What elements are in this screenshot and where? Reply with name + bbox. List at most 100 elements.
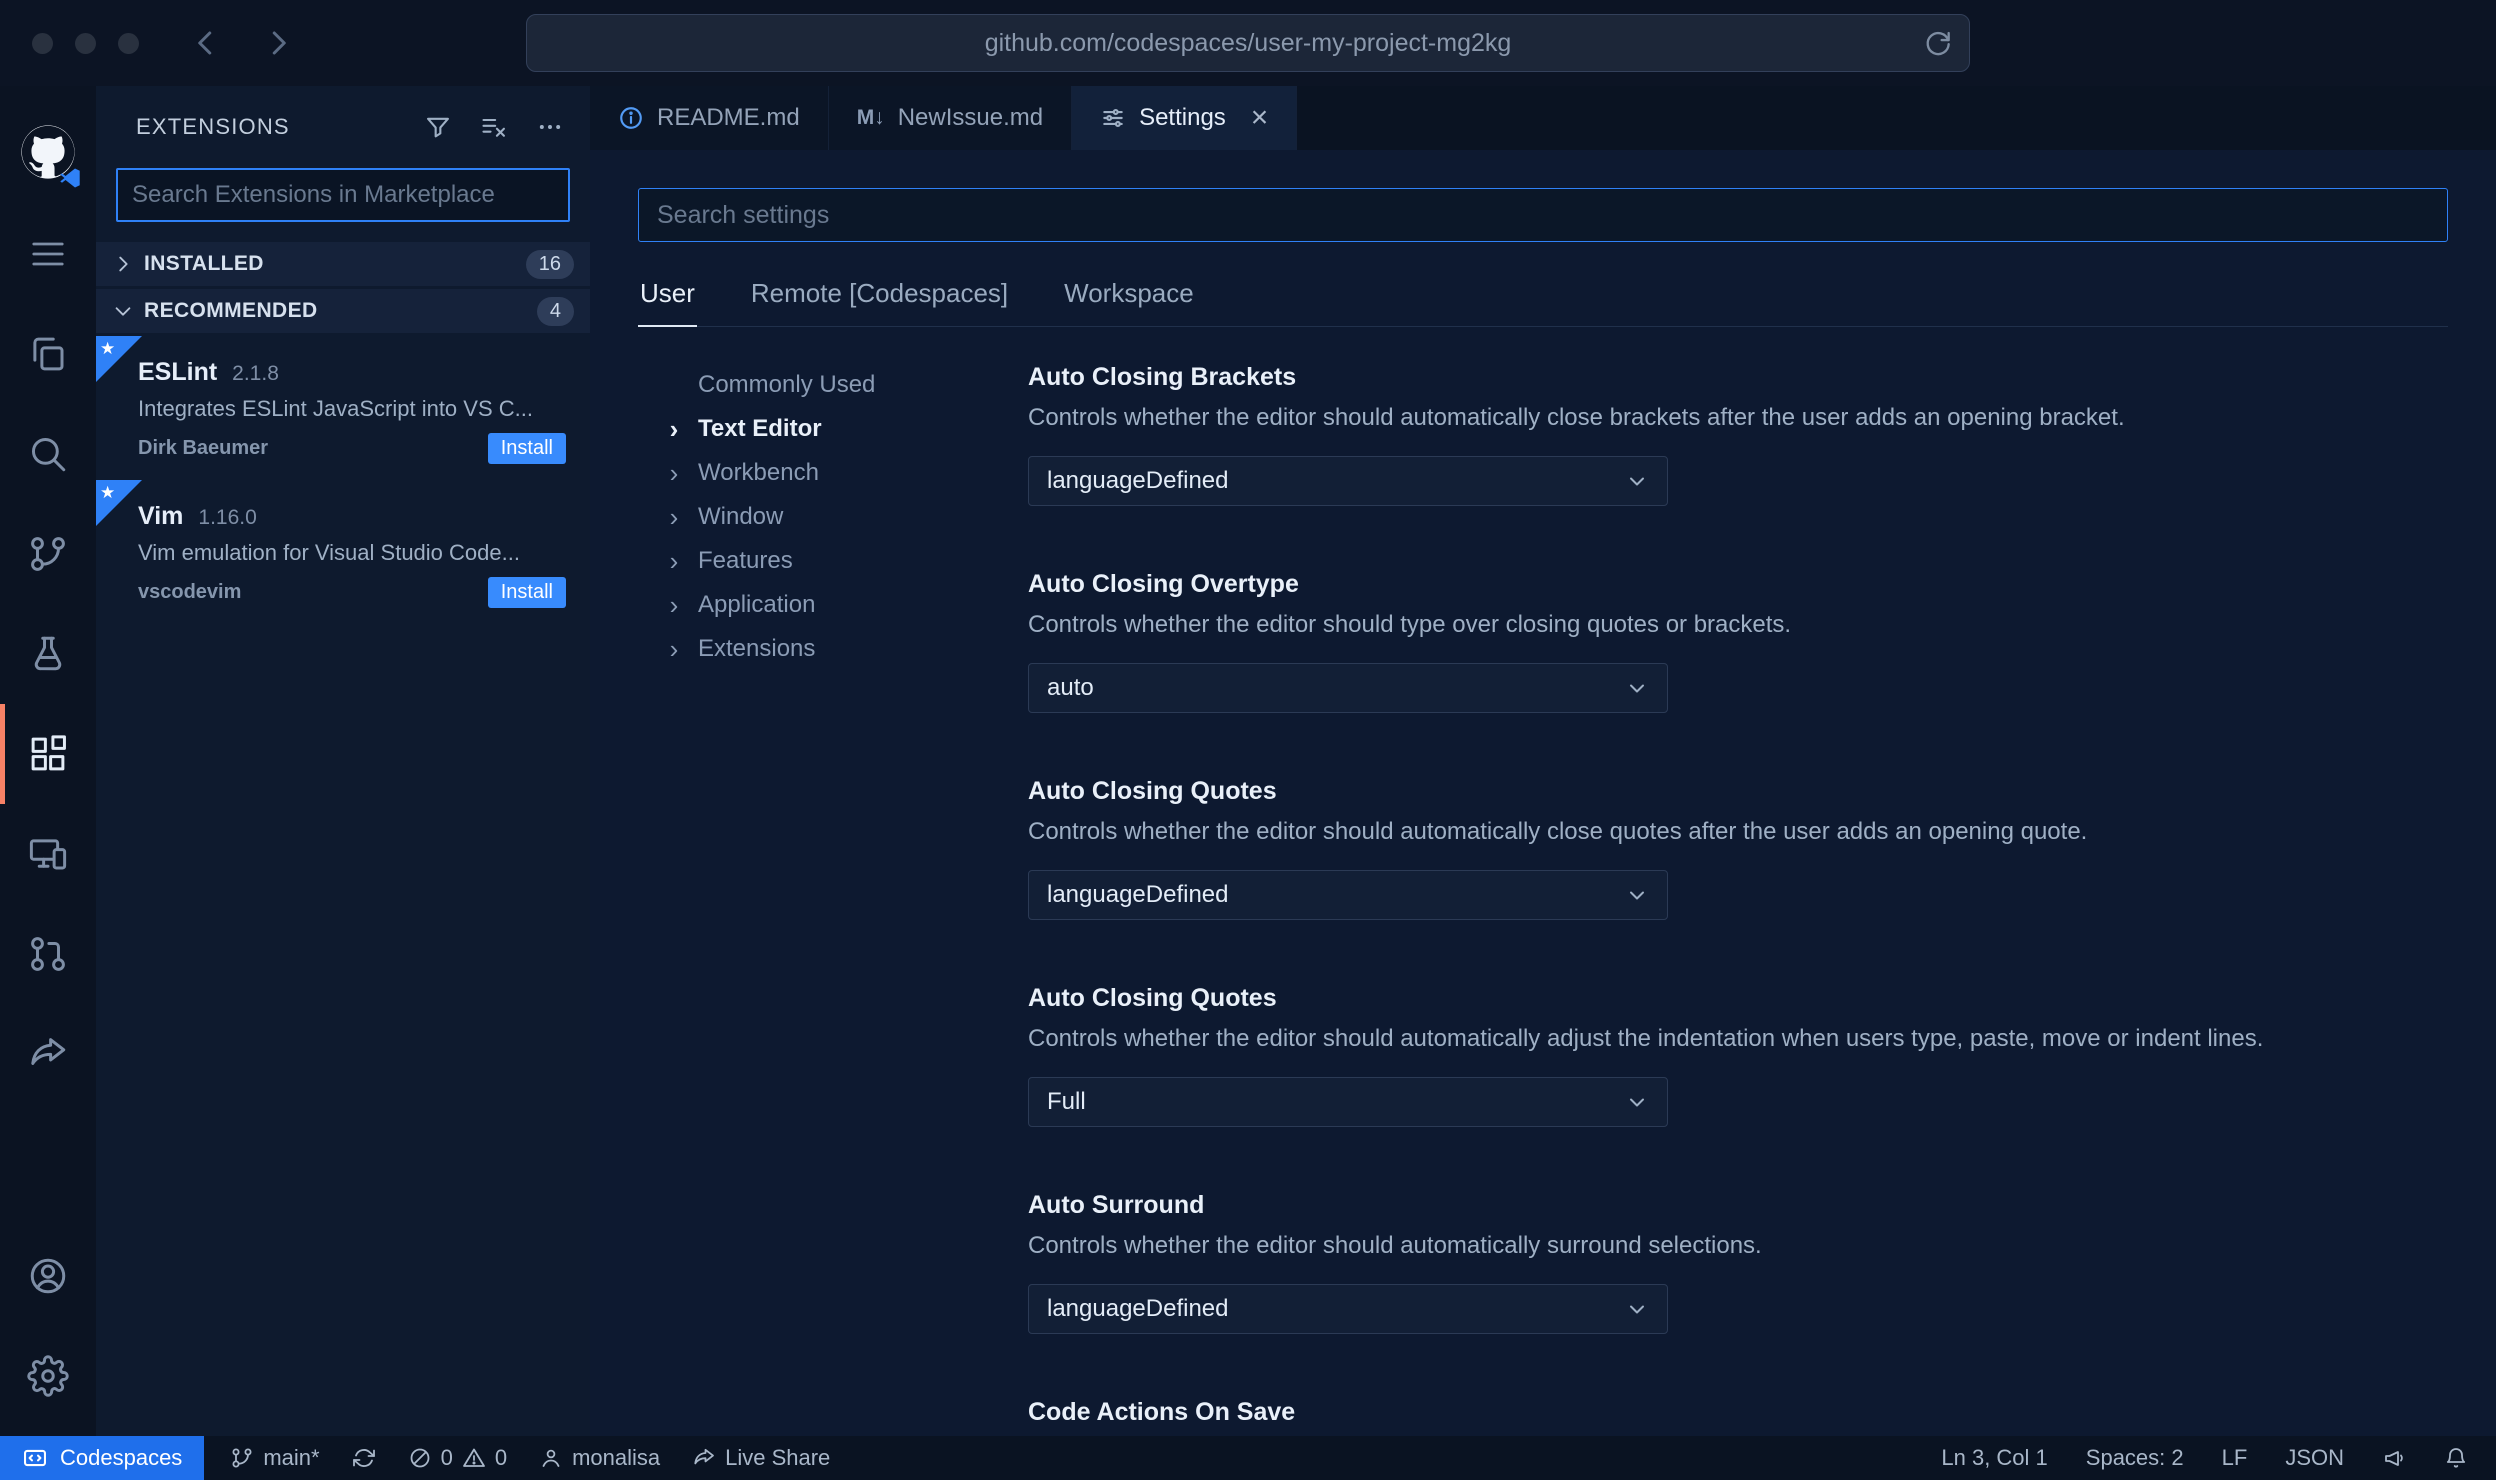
scope-tab-remote[interactable]: Remote [Codespaces] xyxy=(749,266,1010,326)
setting-dropdown[interactable]: languageDefined xyxy=(1028,456,1668,506)
section-label: RECOMMENDED xyxy=(144,299,318,322)
refresh-icon[interactable] xyxy=(1923,29,1951,57)
activity-pull-requests[interactable] xyxy=(0,904,96,1004)
branch-indicator[interactable]: main* xyxy=(230,1445,320,1471)
indentation-indicator[interactable]: Spaces: 2 xyxy=(2086,1445,2184,1471)
setting-title: Code Actions On Save xyxy=(1028,1398,1296,1426)
tab-settings[interactable]: Settings × xyxy=(1072,86,1298,150)
chevron-right-icon: › xyxy=(669,589,679,620)
extension-version: 1.16.0 xyxy=(198,506,257,529)
clear-list-icon[interactable] xyxy=(480,113,508,141)
recommended-count-badge: 4 xyxy=(536,296,574,326)
setting-title: Auto Closing Brackets xyxy=(1028,363,1297,391)
eol-indicator[interactable]: LF xyxy=(2222,1445,2248,1471)
more-actions-icon[interactable] xyxy=(536,113,564,141)
activity-testing[interactable] xyxy=(0,604,96,704)
browser-titlebar: github.com/codespaces/user-my-project-mg… xyxy=(0,0,2496,86)
setting-auto-closing-overtype: Auto Closing Overtype Controls whether t… xyxy=(1028,570,2448,713)
source-control-icon xyxy=(27,533,69,575)
url-text: github.com/codespaces/user-my-project-mg… xyxy=(984,28,1512,57)
setting-auto-indent: Auto Closing Quotes Controls whether the… xyxy=(1028,984,2448,1127)
search-icon xyxy=(27,433,69,475)
setting-auto-closing-quotes: Auto Closing Quotes Controls whether the… xyxy=(1028,777,2448,920)
codespaces-icon xyxy=(22,1445,48,1471)
activity-settings[interactable] xyxy=(0,1326,96,1426)
activity-search[interactable] xyxy=(0,404,96,504)
section-installed[interactable]: INSTALLED 16 xyxy=(96,242,590,286)
problems-indicator[interactable]: 0 0 xyxy=(408,1445,507,1471)
editor-tabs: README.md M↓ NewIssue.md Settings × xyxy=(590,86,2496,150)
minimize-window-button[interactable] xyxy=(75,32,96,54)
extension-item-vim[interactable]: ★ Vim 1.16.0 Vim emulation for Visual St… xyxy=(96,480,590,624)
toc-text-editor[interactable]: › Text Editor xyxy=(662,407,1028,451)
activity-live-share[interactable] xyxy=(0,1004,96,1104)
chevron-right-icon: › xyxy=(669,413,679,444)
sync-button[interactable] xyxy=(352,1446,376,1470)
cursor-position[interactable]: Ln 3, Col 1 xyxy=(1941,1445,2047,1471)
live-share-button[interactable]: Live Share xyxy=(692,1445,830,1471)
close-window-button[interactable] xyxy=(32,32,53,54)
extension-publisher: Dirk Baeumer xyxy=(138,437,269,459)
toc-extensions[interactable]: › Extensions xyxy=(662,627,1028,671)
tab-label: Settings xyxy=(1139,104,1226,131)
section-recommended[interactable]: RECOMMENDED 4 xyxy=(96,289,590,333)
toc-features[interactable]: › Features xyxy=(662,539,1028,583)
notifications-button[interactable] xyxy=(2444,1446,2468,1470)
install-button[interactable]: Install xyxy=(487,577,566,608)
settings-search-input[interactable] xyxy=(638,188,2448,242)
activity-remote-explorer[interactable] xyxy=(0,804,96,904)
back-icon[interactable] xyxy=(191,28,221,58)
codespaces-label: Codespaces xyxy=(60,1445,183,1470)
vscode-logo xyxy=(58,166,82,190)
live-share-icon xyxy=(694,1448,715,1465)
setting-dropdown[interactable]: languageDefined xyxy=(1028,870,1668,920)
close-icon[interactable]: × xyxy=(1251,103,1269,133)
user-indicator[interactable]: monalisa xyxy=(539,1445,660,1471)
feedback-button[interactable] xyxy=(2382,1446,2406,1470)
extensions-icon xyxy=(27,733,69,775)
setting-dropdown[interactable]: languageDefined xyxy=(1028,1284,1668,1334)
setting-dropdown[interactable]: auto xyxy=(1028,663,1668,713)
toc-window[interactable]: › Window xyxy=(662,495,1028,539)
activity-source-control[interactable] xyxy=(0,504,96,604)
scope-tab-user[interactable]: User xyxy=(638,266,697,327)
chevron-down-icon xyxy=(1625,1090,1649,1114)
toc-commonly-used[interactable]: › Commonly Used xyxy=(662,363,1028,407)
settings-editor: User Remote [Codespaces] Workspace › Com… xyxy=(590,150,2496,1436)
codespaces-remote-button[interactable]: Codespaces xyxy=(0,1436,205,1480)
language-mode[interactable]: JSON xyxy=(2285,1445,2344,1471)
install-button[interactable]: Install xyxy=(487,433,566,464)
extensions-search-input[interactable] xyxy=(116,168,570,222)
extension-name: Vim xyxy=(138,502,184,530)
settings-icon xyxy=(1100,105,1126,131)
toc-application[interactable]: › Application xyxy=(662,583,1028,627)
forward-icon[interactable] xyxy=(263,28,293,58)
activity-bar xyxy=(0,86,96,1436)
tab-readme[interactable]: README.md xyxy=(590,86,829,150)
menu-icon xyxy=(28,234,68,274)
chevron-down-icon xyxy=(1625,676,1649,700)
filter-icon[interactable] xyxy=(424,113,452,141)
extension-item-eslint[interactable]: ★ ESLint 2.1.8 Integrates ESLint JavaScr… xyxy=(96,336,590,480)
extension-version: 2.1.8 xyxy=(232,362,279,385)
chevron-down-icon xyxy=(1625,883,1649,907)
sidebar-title: EXTENSIONS xyxy=(136,114,290,139)
gear-icon xyxy=(27,1355,69,1397)
setting-description: Controls whether the editor should autom… xyxy=(1028,1025,2264,1052)
zoom-window-button[interactable] xyxy=(118,32,139,54)
setting-auto-surround: Auto Surround Controls whether the edito… xyxy=(1028,1191,2448,1334)
person-icon xyxy=(542,1449,560,1467)
activity-extensions[interactable] xyxy=(0,704,96,804)
chevron-down-icon xyxy=(1625,469,1649,493)
activity-account[interactable] xyxy=(0,1226,96,1326)
settings-list: Auto Closing Brackets Controls whether t… xyxy=(1028,363,2448,1436)
tab-label: README.md xyxy=(657,104,800,131)
activity-explorer[interactable] xyxy=(0,304,96,404)
setting-dropdown[interactable]: Full xyxy=(1028,1077,1668,1127)
address-bar[interactable]: github.com/codespaces/user-my-project-mg… xyxy=(526,14,1970,72)
beaker-icon xyxy=(27,633,69,675)
tab-newissue[interactable]: M↓ NewIssue.md xyxy=(828,86,1073,150)
scope-tab-workspace[interactable]: Workspace xyxy=(1062,266,1196,326)
activity-menu[interactable] xyxy=(0,204,96,304)
toc-workbench[interactable]: › Workbench xyxy=(662,451,1028,495)
